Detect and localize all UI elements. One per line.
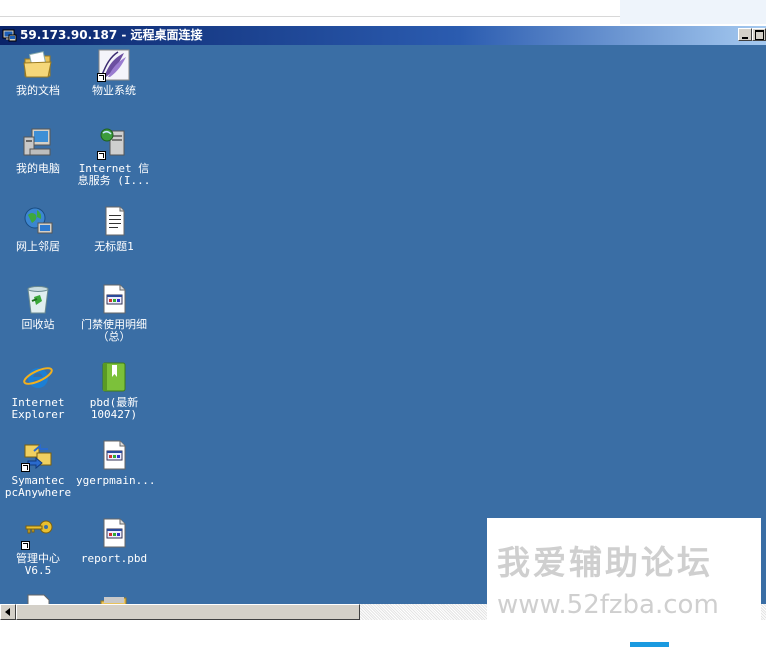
desktop-icon-report-pbd[interactable]: report.pbd: [76, 517, 152, 565]
desktop-icon-property-system[interactable]: 物业系统: [76, 49, 152, 97]
desktop-icon-internet-explorer[interactable]: Internet Explorer: [0, 361, 76, 421]
desktop-icon-pcanywhere[interactable]: Symantec pcAnywhere: [0, 439, 76, 499]
icon-label: 网上邻居: [16, 240, 60, 253]
watermark-title: 我爱辅助论坛: [497, 543, 713, 582]
remote-desktop-icon: [2, 28, 17, 43]
shortcut-arrow-icon: [21, 541, 30, 550]
app-feather-icon: [97, 49, 130, 82]
desktop-icon-iis[interactable]: Internet 信 息服务 (I...: [76, 127, 152, 187]
network-icon: [22, 205, 54, 237]
icon-label: 我的电脑: [16, 162, 60, 175]
scroll-left-button[interactable]: [0, 604, 16, 620]
desktop-icon-recycle-bin[interactable]: 回收站: [0, 283, 76, 331]
top-right-strip: [620, 0, 766, 24]
divider: [0, 16, 620, 17]
icon-label: ygerpmain...: [76, 474, 156, 487]
text-file-icon: [98, 205, 130, 237]
ie-icon: [22, 361, 54, 393]
desktop-icon-pbd-latest[interactable]: pbd(最新 100427): [76, 361, 152, 421]
watermark-url: www.52fzba.com: [497, 590, 719, 620]
desktop-icon-partial[interactable]: [76, 593, 152, 604]
iis-icon: [97, 127, 130, 160]
desktop-icon-partial[interactable]: [0, 593, 76, 604]
icon-label: Internet 信 息服务 (I...: [77, 162, 151, 187]
pbd-file-icon: [98, 439, 130, 471]
pbd-file-icon: [98, 517, 130, 549]
watermark: 我爱辅助论坛 www.52fzba.com: [487, 518, 761, 624]
folder-documents-icon: [22, 49, 54, 81]
shortcut-arrow-icon: [97, 73, 106, 82]
recycle-bin-icon: [22, 283, 54, 315]
desktop-icon-my-computer[interactable]: 我的电脑: [0, 127, 76, 175]
pcanywhere-icon: [21, 439, 54, 472]
icon-label: Internet Explorer: [11, 396, 65, 421]
icon-label: 我的文档: [16, 84, 60, 97]
desktop-icon-access-detail[interactable]: 门禁使用明细 （总）: [76, 283, 152, 343]
accent-bar: [630, 642, 669, 647]
restore-button[interactable]: [752, 28, 766, 41]
desktop-icon-ygerpmain[interactable]: ygerpmain...: [76, 439, 156, 487]
icon-label: pbd(最新 100427): [89, 396, 139, 421]
title-bar[interactable]: 59.173.90.187 - 远程桌面连接: [0, 26, 766, 45]
shortcut-arrow-icon: [21, 463, 30, 472]
key-icon: [21, 517, 54, 550]
icon-label: report.pbd: [80, 552, 148, 565]
icon-label: 门禁使用明细 （总）: [81, 318, 147, 343]
icon-label: 物业系统: [92, 84, 136, 97]
desktop-icon-network[interactable]: 网上邻居: [0, 205, 76, 253]
minimize-button[interactable]: [738, 28, 752, 41]
desktop-icon-my-documents[interactable]: 我的文档: [0, 49, 76, 97]
pbd-file-icon: [98, 283, 130, 315]
window-title: 59.173.90.187 - 远程桌面连接: [20, 28, 203, 42]
document-icon: [22, 593, 54, 604]
desktop-icon-management-center[interactable]: 管理中心 V6.5: [0, 517, 76, 577]
folder-icon: [98, 593, 130, 604]
computer-icon: [22, 127, 54, 159]
shortcut-arrow-icon: [97, 151, 106, 160]
desktop-icon-untitled1[interactable]: 无标题1: [76, 205, 152, 253]
icon-label: 管理中心 V6.5: [16, 552, 60, 577]
icon-label: 回收站: [21, 318, 55, 331]
icon-label: 无标题1: [94, 240, 134, 253]
icon-label: Symantec pcAnywhere: [4, 474, 72, 499]
scroll-thumb[interactable]: [16, 604, 360, 620]
green-book-icon: [98, 361, 130, 393]
